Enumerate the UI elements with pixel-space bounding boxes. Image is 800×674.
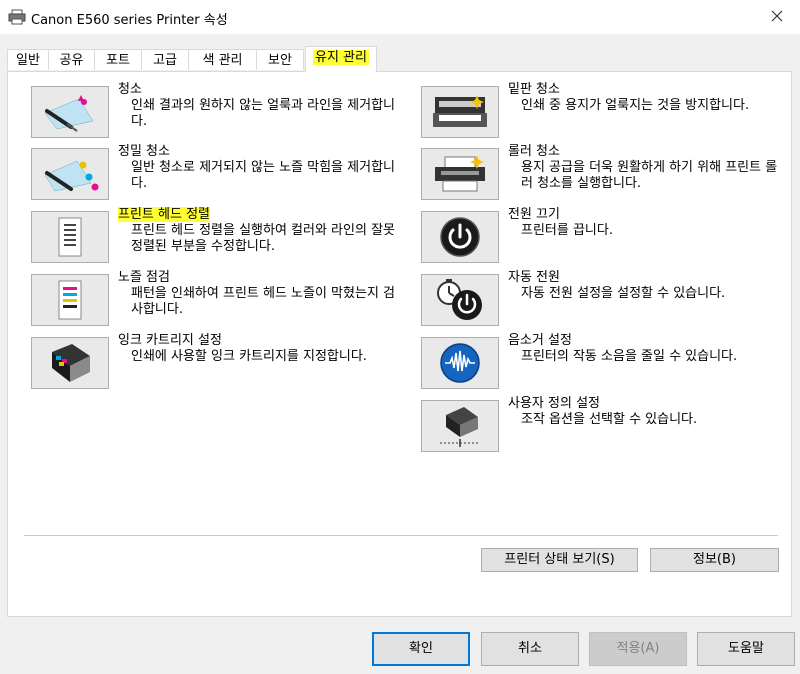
auto-power-timer-icon: [437, 279, 482, 320]
printer-icon: [8, 9, 26, 25]
custom-settings-title: 사용자 정의 설정: [508, 396, 600, 411]
bottom-plate-printer-icon: [433, 95, 487, 127]
auto-power-desc: 자동 전원 설정을 설정할 수 있습니다.: [521, 286, 726, 301]
quiet-settings-button[interactable]: [421, 337, 499, 389]
bottom-plate-cleaning-desc: 인쇄 중 용지가 얼룩지는 것을 방지합니다.: [521, 98, 750, 113]
deep-cleaning-desc: 일반 청소로 제거되지 않는 노즐 막힘을 제거합니다.: [131, 160, 395, 191]
tab-general[interactable]: 일반: [7, 49, 49, 70]
bottom-plate-cleaning-title: 밑판 청소: [508, 82, 560, 97]
nozzle-check-sheet-icon: [58, 280, 82, 320]
roller-cleaning-button[interactable]: [421, 148, 499, 200]
tab-sharing[interactable]: 공유: [48, 49, 95, 70]
close-button[interactable]: [754, 0, 800, 32]
window-title: Canon E560 series Printer 속성: [31, 13, 228, 28]
power-off-title: 전원 끄기: [508, 207, 560, 222]
title-bar: Canon E560 series Printer 속성: [0, 0, 800, 34]
auto-power-title: 자동 전원: [508, 270, 560, 285]
print-head-alignment-title: 프린트 헤드 정렬: [118, 207, 210, 223]
nozzle-check-button[interactable]: [31, 274, 109, 326]
power-off-desc: 프린터를 끕니다.: [521, 223, 613, 238]
ok-button[interactable]: 확인: [372, 632, 470, 666]
sound-wave-icon: [440, 343, 480, 383]
alignment-sheet-icon: [58, 217, 82, 257]
custom-settings-button[interactable]: [421, 400, 499, 452]
tab-color-management[interactable]: 색 관리: [188, 49, 257, 70]
roller-cleaning-title: 롤러 청소: [508, 144, 560, 159]
custom-settings-desc: 조작 옵션을 선택할 수 있습니다.: [521, 412, 698, 427]
panel-divider: [24, 535, 778, 536]
cleaning-button[interactable]: [31, 86, 109, 138]
cleaning-title: 청소: [118, 82, 142, 97]
nozzle-check-title: 노즐 점검: [118, 270, 170, 285]
print-head-alignment-title-text: 프린트 헤드 정렬: [118, 207, 210, 222]
close-icon: [771, 10, 783, 22]
deep-cleaning-icon: [44, 160, 99, 192]
cleaning-icon: [44, 95, 94, 132]
maintenance-panel: 청소 인쇄 결과의 원하지 않는 얼룩과 라인을 제거합니다. 정밀 청소 일반…: [7, 71, 792, 617]
roller-cleaning-desc: 용지 공급을 더욱 원활하게 하기 위해 프린트 롤러 청소를 실행합니다.: [521, 160, 778, 191]
tab-advanced[interactable]: 고급: [141, 49, 189, 70]
quiet-settings-title: 음소거 설정: [508, 333, 572, 348]
ink-cartridge-settings-desc: 인쇄에 사용할 잉크 카트리지를 지정합니다.: [131, 349, 367, 364]
power-icon: [440, 217, 480, 257]
tab-maintenance[interactable]: 유지 관리: [305, 46, 377, 72]
tab-maintenance-label: 유지 관리: [313, 50, 369, 65]
power-off-button[interactable]: [421, 211, 499, 263]
cleaning-desc: 인쇄 결과의 원하지 않는 얼룩과 라인을 제거합니다.: [131, 98, 395, 129]
auto-power-button[interactable]: [421, 274, 499, 326]
print-head-alignment-desc: 프린트 헤드 정렬을 실행하여 컬러와 라인의 잘못 정렬된 부분을 수정합니다…: [131, 223, 395, 254]
apply-button[interactable]: 적용(A): [589, 632, 687, 666]
tab-security[interactable]: 보안: [256, 49, 304, 70]
custom-settings-printer-icon: [440, 407, 480, 447]
deep-cleaning-button[interactable]: [31, 148, 109, 200]
tab-ports[interactable]: 포트: [94, 49, 142, 70]
deep-cleaning-title: 정밀 청소: [118, 144, 170, 159]
cancel-button[interactable]: 취소: [481, 632, 579, 666]
view-printer-status-button[interactable]: 프린터 상태 보기(S): [481, 548, 638, 572]
quiet-settings-desc: 프린터의 작동 소음을 줄일 수 있습니다.: [521, 349, 738, 364]
print-head-alignment-button[interactable]: [31, 211, 109, 263]
nozzle-check-desc: 패턴을 인쇄하여 프린트 헤드 노즐이 막혔는지 검사합니다.: [131, 286, 395, 317]
roller-printer-icon: [435, 155, 485, 192]
about-button[interactable]: 정보(B): [650, 548, 779, 572]
ink-cartridge-settings-button[interactable]: [31, 337, 109, 389]
ink-cartridge-settings-title: 잉크 카트리지 설정: [118, 333, 222, 348]
help-button[interactable]: 도움말: [697, 632, 795, 666]
bottom-plate-cleaning-button[interactable]: [421, 86, 499, 138]
ink-cartridge-icon: [52, 344, 90, 382]
